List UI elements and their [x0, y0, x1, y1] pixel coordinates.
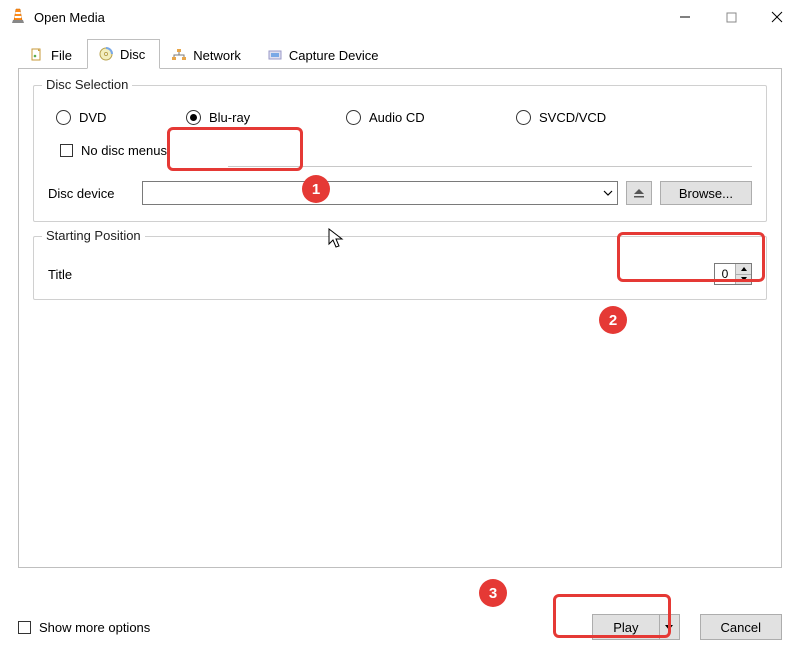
titlebar: Open Media — [0, 0, 800, 34]
radio-label: SVCD/VCD — [539, 110, 606, 125]
separator — [228, 166, 752, 167]
chevron-down-icon — [599, 182, 617, 204]
play-splitbutton[interactable]: Play — [592, 614, 679, 640]
spin-down[interactable] — [736, 275, 751, 285]
tab-body-disc: Disc Selection DVD Blu-ray Audio CD SVCD… — [18, 68, 782, 568]
group-legend: Disc Selection — [42, 77, 132, 92]
radio-label: Blu-ray — [209, 110, 250, 125]
checkbox-label: No disc menus — [81, 143, 167, 158]
radio-label: Audio CD — [369, 110, 425, 125]
radio-icon — [346, 110, 361, 125]
play-button-dropdown[interactable] — [659, 615, 679, 639]
radio-row: DVD Blu-ray Audio CD SVCD/VCD — [48, 106, 752, 129]
minimize-button[interactable] — [662, 0, 708, 34]
close-button[interactable] — [754, 0, 800, 34]
checkbox-label: Show more options — [39, 620, 150, 635]
radio-bluray[interactable]: Blu-ray — [178, 106, 338, 129]
eject-icon — [633, 186, 645, 201]
chevron-down-icon — [741, 277, 747, 281]
device-label: Disc device — [48, 186, 134, 201]
disc-device-row: Disc device Browse... — [48, 181, 752, 205]
checkbox-no-disc-menus[interactable]: No disc menus — [60, 143, 752, 158]
cancel-button[interactable]: Cancel — [700, 614, 782, 640]
tab-capture-device[interactable]: Capture Device — [256, 40, 394, 69]
tab-disc[interactable]: Disc — [87, 39, 160, 69]
chevron-up-icon — [741, 267, 747, 271]
checkbox-icon — [18, 621, 31, 634]
eject-button[interactable] — [626, 181, 652, 205]
network-icon — [171, 47, 187, 63]
chevron-down-icon — [665, 625, 673, 630]
tab-label: Capture Device — [289, 48, 379, 63]
badge-3: 3 — [479, 579, 507, 607]
title-row: Title 0 — [48, 263, 752, 285]
disc-icon — [98, 46, 114, 62]
vlc-icon — [10, 8, 26, 27]
tab-network[interactable]: Network — [160, 40, 256, 69]
tab-label: Network — [193, 48, 241, 63]
browse-button[interactable]: Browse... — [660, 181, 752, 205]
radio-icon — [516, 110, 531, 125]
checkbox-show-more-options[interactable]: Show more options — [18, 620, 150, 635]
file-icon — [29, 47, 45, 63]
tab-label: File — [51, 48, 72, 63]
group-legend: Starting Position — [42, 228, 145, 243]
maximize-button[interactable] — [708, 0, 754, 34]
play-button-main[interactable]: Play — [593, 615, 658, 639]
checkbox-icon — [60, 144, 73, 157]
groupbox-starting-position: Starting Position Title 0 — [33, 236, 767, 300]
groupbox-disc-selection: Disc Selection DVD Blu-ray Audio CD SVCD… — [33, 85, 767, 222]
tab-label: Disc — [120, 47, 145, 62]
radio-svcdvcd[interactable]: SVCD/VCD — [508, 106, 658, 129]
title-spinbox[interactable]: 0 — [714, 263, 752, 285]
window-controls — [662, 0, 800, 34]
spin-value: 0 — [715, 264, 735, 284]
radio-icon — [56, 110, 71, 125]
title-label: Title — [48, 267, 72, 282]
radio-audiocd[interactable]: Audio CD — [338, 106, 508, 129]
spin-up[interactable] — [736, 264, 751, 275]
tab-file[interactable]: File — [18, 40, 87, 69]
disc-device-combo[interactable] — [142, 181, 618, 205]
capture-icon — [267, 47, 283, 63]
radio-dvd[interactable]: DVD — [48, 106, 178, 129]
tab-strip: File Disc Network Capture Device — [0, 34, 800, 68]
radio-label: DVD — [79, 110, 106, 125]
bottom-bar: Show more options Play Cancel — [18, 614, 782, 640]
radio-icon — [186, 110, 201, 125]
spin-arrows — [735, 264, 751, 284]
window-title: Open Media — [34, 10, 105, 25]
